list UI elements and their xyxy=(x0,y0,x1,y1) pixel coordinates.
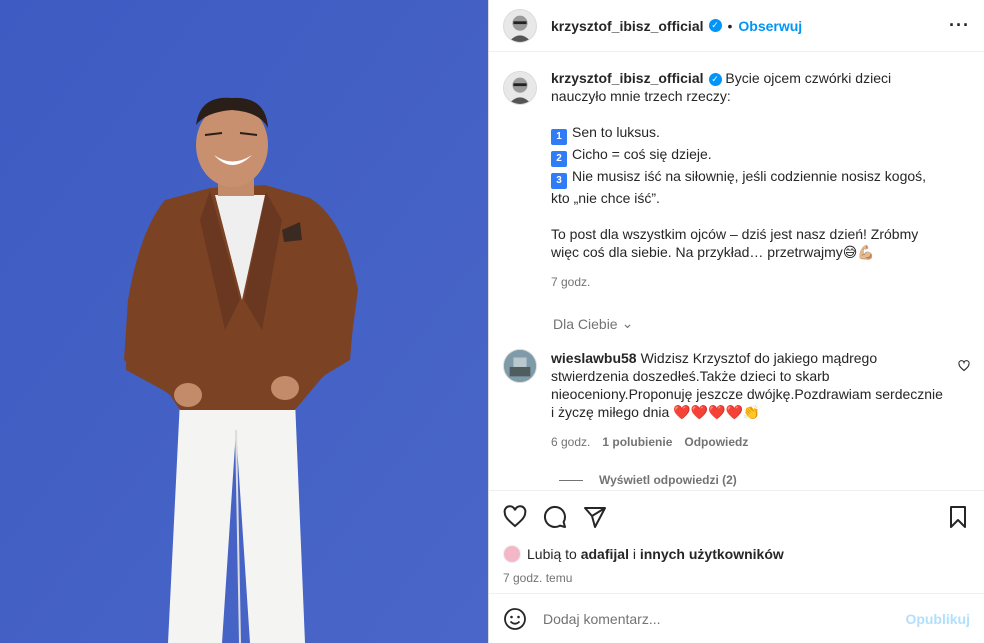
keycap-number-icon: 1 xyxy=(551,129,567,145)
reply-button[interactable]: Odpowiedz xyxy=(684,433,748,451)
likes-middle: i xyxy=(628,546,640,562)
bookmark-icon[interactable] xyxy=(946,505,970,529)
comment-likes-count[interactable]: 1 polubienie xyxy=(602,433,672,451)
post-caption: krzysztof_ibisz_official ✓ Bycie ojcem cz… xyxy=(503,69,970,291)
comment-meta: 6 godz. 1 polubienie Odpowiedz xyxy=(551,433,946,451)
keycap-number-icon: 2 xyxy=(551,151,567,167)
caption-item: 2 Cicho = coś się dzieje. xyxy=(551,145,946,167)
comments-filter-dropdown[interactable]: Dla Ciebie ⌄ xyxy=(553,315,633,332)
post-header: krzysztof_ibisz_official ✓ • Obserwuj ··… xyxy=(489,0,984,52)
liker-avatar xyxy=(503,545,521,563)
action-icons xyxy=(503,505,970,529)
more-options-icon[interactable]: ··· xyxy=(949,15,970,36)
likes-prefix: Lubią to xyxy=(527,546,577,562)
emoji-icon[interactable] xyxy=(503,607,527,631)
post-photo-illustration xyxy=(0,0,488,643)
comments-filter-label: Dla Ciebie xyxy=(553,315,618,332)
caption-item-text: Nie musisz iść na siłownię, jeśli codzie… xyxy=(551,168,927,206)
comment-icon[interactable] xyxy=(543,505,567,529)
commenter-username[interactable]: wieslawbu58 xyxy=(551,350,637,366)
comment-body: wieslawbu58 Widzisz Krzysztof do jakiego … xyxy=(551,349,946,451)
caption-item: 1 Sen to luksus. xyxy=(551,123,946,145)
caption-username[interactable]: krzysztof_ibisz_official xyxy=(551,70,704,86)
caption-item-text: Cicho = coś się dzieje. xyxy=(572,146,712,162)
caption-item-text: Sen to luksus. xyxy=(572,124,660,140)
comment-input[interactable] xyxy=(543,610,906,627)
comments-section[interactable]: krzysztof_ibisz_official ✓ Bycie ojcem cz… xyxy=(489,53,984,489)
separator-dot: • xyxy=(727,17,733,34)
divider xyxy=(559,479,583,481)
comment-time[interactable]: 6 godz. xyxy=(551,433,590,451)
keycap-number-icon: 3 xyxy=(551,173,567,189)
post-time[interactable]: 7 godz. temu xyxy=(503,571,970,585)
like-comment-heart-icon[interactable] xyxy=(958,359,970,375)
view-replies-label: Wyświetl odpowiedzi (2) xyxy=(599,473,737,487)
caption-text: krzysztof_ibisz_official ✓ Bycie ojcem cz… xyxy=(551,69,946,291)
post-actions: Lubią to adafijal i innych użytkowników … xyxy=(489,490,984,585)
chevron-down-icon: ⌄ xyxy=(621,315,634,331)
post-panel: krzysztof_ibisz_official ✓ • Obserwuj ··… xyxy=(488,0,984,643)
author-avatar[interactable] xyxy=(503,8,537,43)
follow-button[interactable]: Obserwuj xyxy=(738,18,802,34)
likes-others-link[interactable]: innych użytkowników xyxy=(640,546,784,562)
likes-summary[interactable]: Lubią to adafijal i innych użytkowników xyxy=(503,545,970,563)
heart-icon[interactable] xyxy=(503,505,527,529)
verified-badge-icon: ✓ xyxy=(708,19,722,32)
post-photo[interactable] xyxy=(0,0,488,643)
comment-item: wieslawbu58 Widzisz Krzysztof do jakiego … xyxy=(503,349,970,451)
author-username[interactable]: krzysztof_ibisz_official xyxy=(551,18,704,34)
caption-outro: To post dla wszystkim ojców – dziś jest … xyxy=(551,226,919,260)
commenter-avatar[interactable] xyxy=(503,349,537,383)
share-icon[interactable] xyxy=(583,505,607,529)
caption-author-avatar[interactable] xyxy=(503,71,537,105)
caption-time[interactable]: 7 godz. xyxy=(551,273,946,291)
liker-username[interactable]: adafijal xyxy=(581,546,629,562)
view-replies-button[interactable]: Wyświetl odpowiedzi (2) xyxy=(559,473,970,487)
publish-button[interactable]: Opublikuj xyxy=(905,611,970,627)
verified-badge-icon: ✓ xyxy=(708,72,722,86)
add-comment-bar: Opublikuj xyxy=(489,593,984,643)
caption-item: 3 Nie musisz iść na siłownię, jeśli codzi… xyxy=(551,167,946,207)
